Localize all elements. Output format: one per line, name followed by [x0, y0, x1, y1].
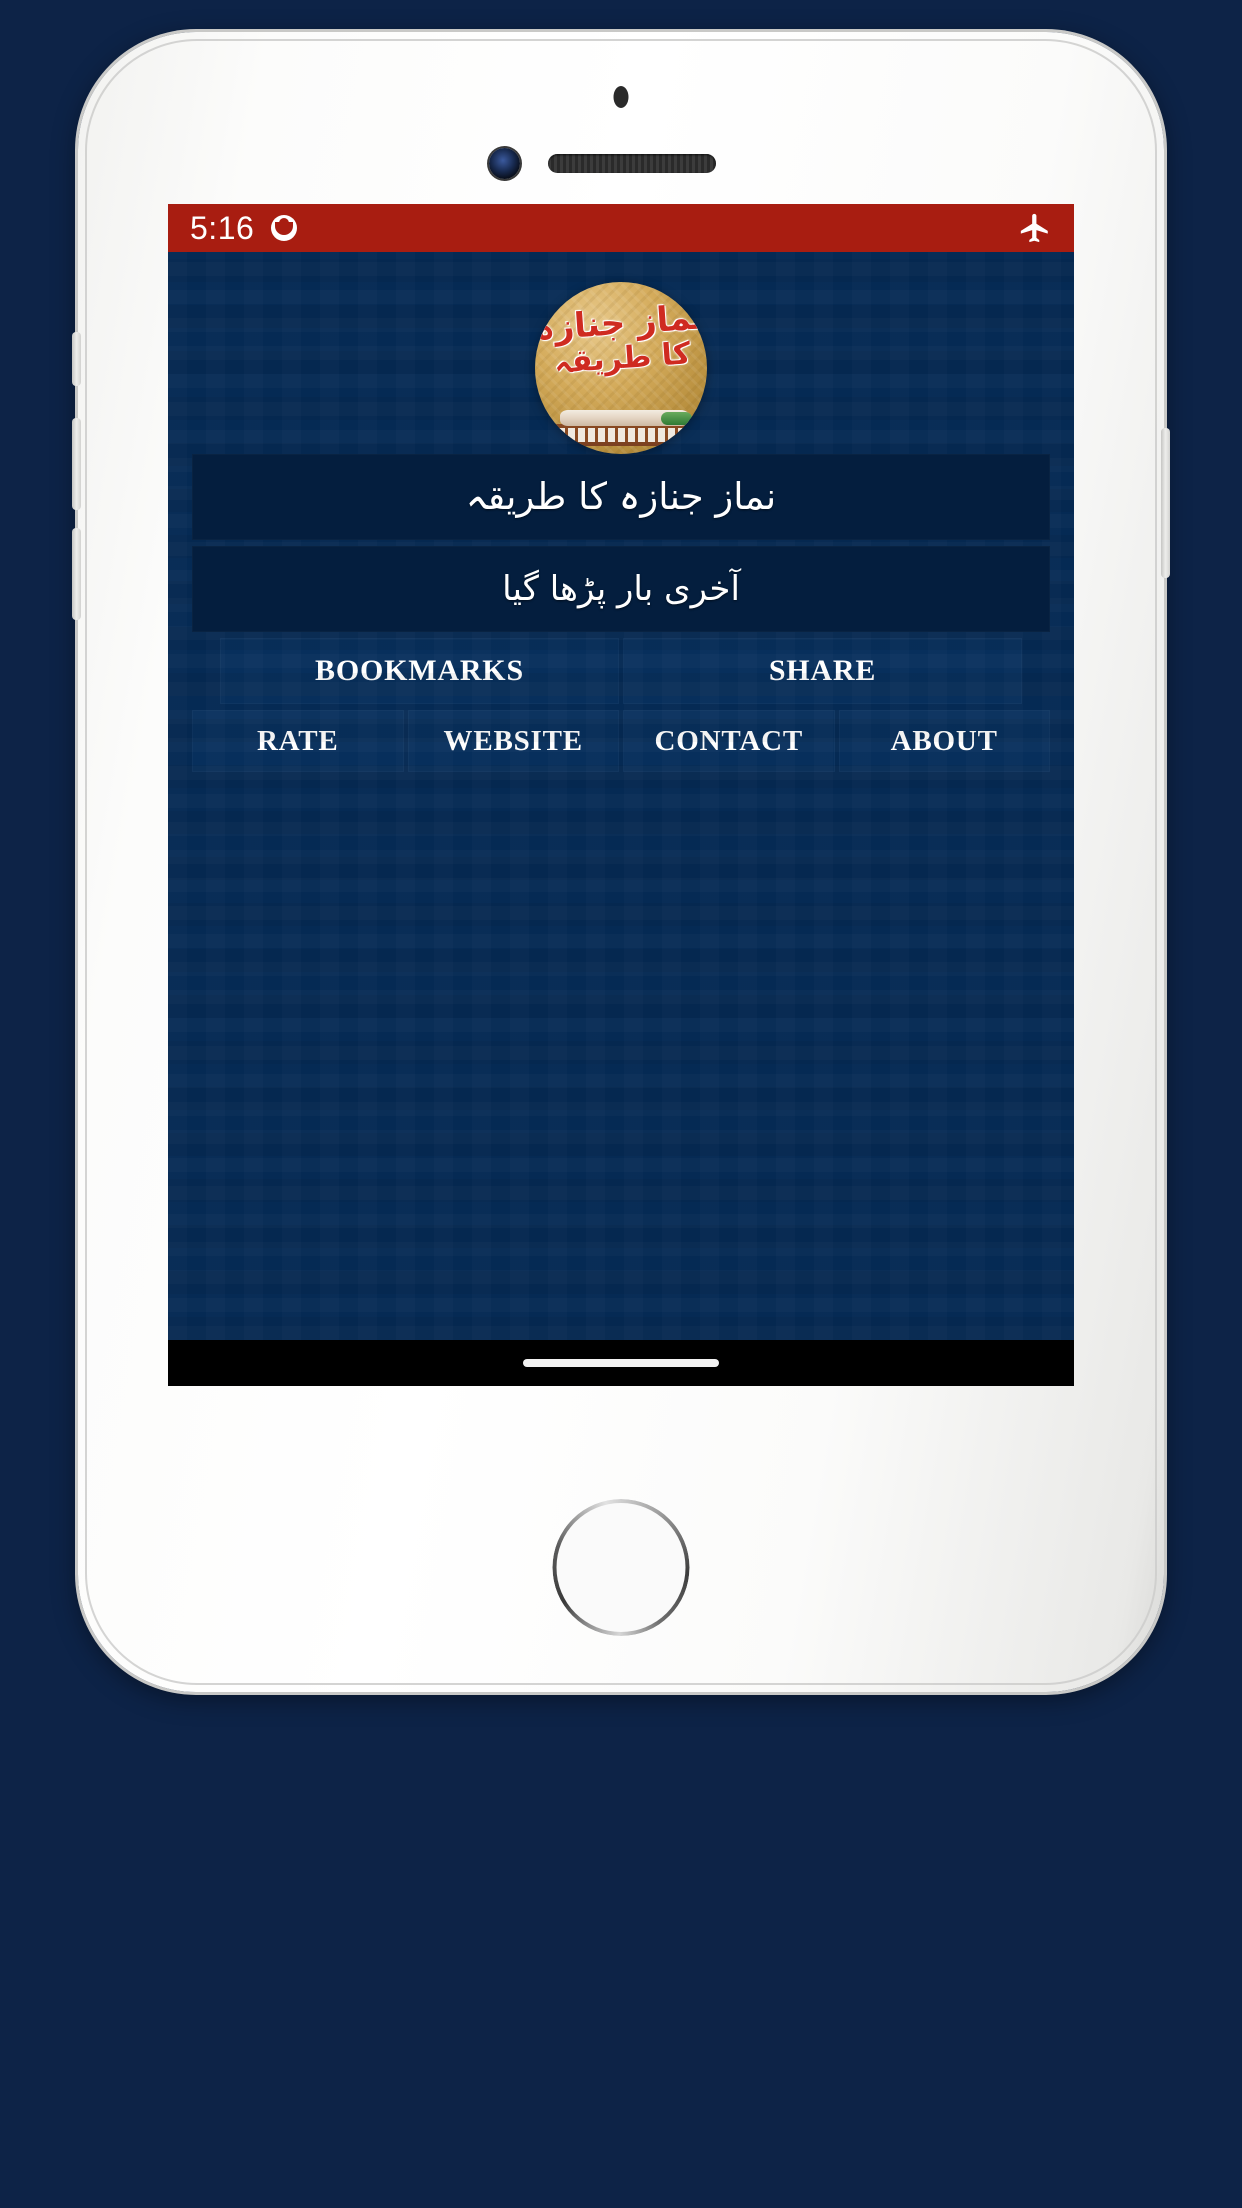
rate-button[interactable]: RATE	[192, 710, 404, 772]
bookmarks-button[interactable]: BOOKMARKS	[220, 638, 619, 704]
power-button[interactable]	[1161, 428, 1170, 578]
bier-illustration-icon	[553, 408, 695, 448]
logo-calligraphy: نماز جنازہ کا طریقہ	[535, 297, 707, 380]
volume-down-button[interactable]	[72, 528, 81, 620]
last-read-label: آخری بار پڑھا گیا	[502, 568, 740, 609]
bier-green-cloth	[661, 412, 693, 425]
contact-button[interactable]: CONTACT	[623, 710, 835, 772]
page-root: 5:16 نماز جنازہ کا طریقہ نماز جنازہ کا ط…	[0, 0, 1242, 2208]
bier-slats	[557, 428, 691, 442]
system-navigation-bar	[168, 1340, 1074, 1386]
front-camera-icon	[489, 148, 520, 179]
phone-screen: 5:16 نماز جنازہ کا طریقہ نماز جنازہ کا ط…	[168, 204, 1074, 1386]
last-read-card[interactable]: آخری بار پڑھا گیا	[192, 546, 1050, 632]
about-button[interactable]: ABOUT	[838, 710, 1050, 772]
proximity-sensor-icon	[613, 86, 629, 108]
primary-button-row: BOOKMARKS SHARE	[168, 638, 1074, 704]
airplane-mode-icon	[1020, 213, 1048, 243]
volume-up-button[interactable]	[72, 418, 81, 510]
app-content-area: نماز جنازہ کا طریقہ نماز جنازہ کا طریقہ …	[168, 252, 1074, 1340]
home-button[interactable]	[552, 1499, 690, 1636]
logo-container: نماز جنازہ کا طریقہ	[168, 252, 1074, 454]
website-button[interactable]: WEBSITE	[407, 710, 619, 772]
status-bar-clock: 5:16	[190, 209, 255, 246]
app-logo-janaza: نماز جنازہ کا طریقہ	[535, 282, 707, 454]
page-title: نماز جنازہ کا طریقہ	[465, 474, 777, 518]
secondary-button-row: RATE WEBSITE CONTACT ABOUT	[168, 710, 1074, 772]
earpiece-speaker-icon	[548, 154, 716, 173]
silent-switch[interactable]	[72, 332, 81, 386]
notification-bubble-icon	[271, 215, 298, 241]
home-indicator-pill[interactable]	[523, 1359, 719, 1367]
share-button[interactable]: SHARE	[623, 638, 1022, 704]
phone-device-frame: 5:16 نماز جنازہ کا طریقہ نماز جنازہ کا ط…	[72, 32, 1170, 1692]
title-card[interactable]: نماز جنازہ کا طریقہ	[192, 454, 1050, 540]
status-bar: 5:16	[168, 204, 1074, 252]
